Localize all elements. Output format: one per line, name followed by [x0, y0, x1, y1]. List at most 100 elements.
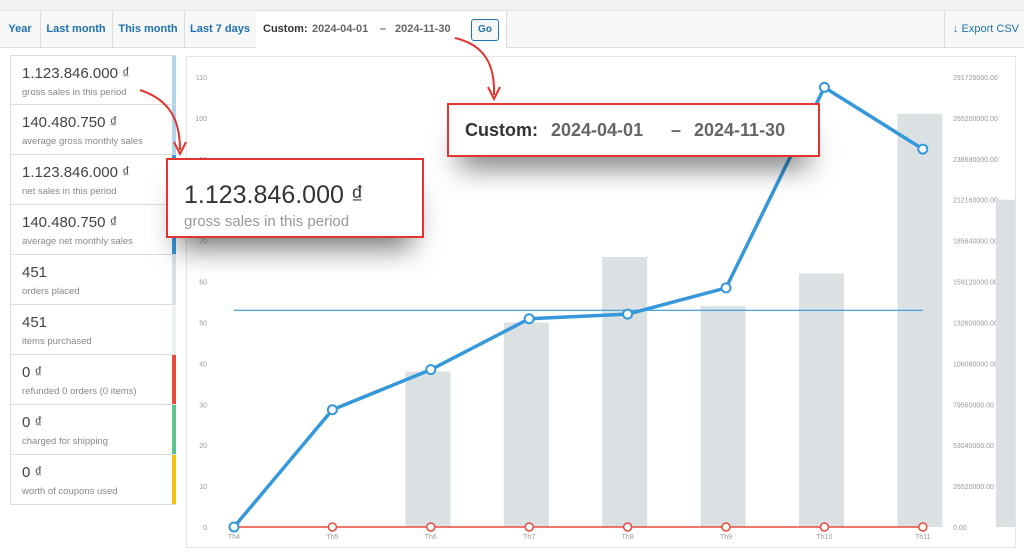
y-left-tick-label: 40 [199, 361, 207, 368]
refund-point [327, 522, 338, 532]
net-sales-point [818, 81, 830, 93]
go-button[interactable]: Go [471, 19, 499, 41]
x-tick-label: Th7 [523, 534, 535, 541]
net-sales-point [622, 308, 634, 320]
legend-value: 140.480.750 ₫ [22, 114, 118, 131]
legend-color-bar [172, 355, 176, 404]
custom-label: Custom: [263, 23, 308, 35]
tab-year[interactable]: Year [0, 11, 41, 47]
net-sales-point [326, 404, 338, 416]
legend-average-net[interactable]: 140.480.750 ₫ average net monthly sales [10, 205, 176, 255]
legend-value: 0 ₫ [22, 364, 43, 381]
bar-orders [602, 257, 648, 527]
x-tick-label: Th6 [425, 534, 437, 541]
legend-label: gross sales in this period [22, 87, 127, 98]
y-left-tick-label: 110 [196, 75, 207, 82]
legend-color-bar [172, 405, 176, 454]
y-right-tick-label: 26520000.00 [953, 484, 994, 491]
callout-start-date: 2024-04-01 [551, 120, 644, 140]
y-left-tick-label: 100 [195, 116, 207, 123]
callout-end-date: 2024-11-30 [694, 120, 786, 140]
legend-color-bar [172, 105, 176, 154]
callout-custom-label: Custom: [465, 120, 538, 140]
bar-orders [700, 306, 746, 527]
bar-orders [799, 273, 844, 527]
legend-label: charged for shipping [22, 436, 109, 447]
x-tick-label: Th9 [720, 534, 732, 541]
legend-shipping[interactable]: 0 ₫ charged for shipping [10, 405, 176, 455]
refund-point [524, 522, 534, 532]
y-right-tick-label: 212160000.00 [953, 198, 998, 205]
tab-this-month[interactable]: This month [112, 11, 185, 47]
legend-net-sales[interactable]: 1.123.846.000 ₫ net sales in this period [10, 155, 176, 205]
bar-orders [503, 322, 549, 527]
x-tick-label: Th4 [228, 534, 240, 541]
tab-last-month[interactable]: Last month [40, 11, 113, 47]
net-sales-point [720, 282, 732, 294]
y-right-tick-label: 132600000.00 [953, 320, 998, 327]
y-right-tick-label: 0.00 [953, 525, 967, 532]
date-separator: – [380, 23, 387, 35]
legend-color-bar [172, 255, 176, 304]
y-right-tick-label: 79560000.00 [953, 402, 994, 409]
legend-value: 451 [22, 314, 48, 331]
export-csv-button[interactable]: ↓ Export CSV [944, 11, 1024, 47]
y-right-tick-label: 265200000.00 [953, 116, 998, 123]
legend-label: refunded 0 orders (0 items) [22, 386, 137, 397]
net-sales-point [917, 143, 929, 155]
y-right-tick-label: 185640000.00 [953, 239, 998, 246]
refund-point [721, 522, 731, 532]
x-tick-label: Th5 [326, 534, 338, 541]
legend-label: average gross monthly sales [22, 136, 143, 147]
bar-orders [405, 371, 451, 527]
y-left-tick-label: 0 [203, 525, 207, 532]
callout-gross-label: gross sales in this period [184, 213, 350, 230]
y-right-tick-label: 53040000.00 [953, 443, 994, 450]
net-sales-point [523, 313, 535, 325]
y-right-tick-label: 106080000.00 [953, 361, 998, 368]
y-left-tick-label: 60 [199, 280, 207, 287]
refund-point [819, 522, 830, 532]
tab-custom-range[interactable]: Custom: 2024-04-01 – 2024-11-30 Go [256, 11, 507, 48]
legend-value: 140.480.750 ₫ [22, 214, 118, 231]
chart-legend: 1.123.846.000 ₫ gross sales in this perio… [10, 55, 176, 505]
legend-coupons[interactable]: 0 ₫ worth of coupons used [10, 455, 176, 505]
x-tick-label: Th10 [816, 534, 832, 541]
refund-point [622, 522, 633, 532]
legend-average-gross[interactable]: 140.480.750 ₫ average gross monthly sales [10, 105, 176, 155]
callout-separator: – [671, 120, 682, 140]
legend-refunded[interactable]: 0 ₫ refunded 0 orders (0 items) [10, 355, 176, 405]
legend-value: 0 ₫ [22, 414, 43, 431]
custom-range-callout: Custom: 2024-04-01 – 2024-11-30 [447, 103, 820, 157]
legend-orders-placed[interactable]: 451 orders placed [10, 255, 176, 305]
y-left-tick-label: 20 [199, 443, 207, 450]
legend-color-bar [172, 305, 176, 354]
legend-items-purchased[interactable]: 451 items purchased [10, 305, 176, 355]
start-date-input[interactable]: 2024-04-01 [312, 23, 368, 35]
legend-value: 451 [22, 264, 48, 281]
gross-sales-callout: 1.123.846.000 ₫ gross sales in this peri… [166, 158, 424, 238]
callout-gross-value: 1.123.846.000 ₫ [184, 181, 364, 209]
legend-label: average net monthly sales [22, 236, 133, 247]
legend-value: 0 ₫ [22, 464, 43, 481]
bar-orders [995, 199, 1024, 527]
legend-gross-sales[interactable]: 1.123.846.000 ₫ gross sales in this perio… [10, 55, 176, 105]
x-tick-label: Th11 [915, 534, 931, 541]
y-right-tick-label: 238680000.00 [953, 157, 998, 164]
top-strip [0, 0, 1024, 11]
refund-point [426, 522, 436, 532]
legend-label: orders placed [22, 286, 80, 297]
x-tick-label: Th8 [622, 534, 634, 541]
legend-color-bar [172, 56, 176, 104]
y-left-tick-label: 30 [199, 402, 207, 409]
legend-value: 1.123.846.000 ₫ [22, 65, 130, 82]
refund-point [918, 522, 928, 532]
y-left-tick-label: 10 [199, 484, 207, 491]
y-right-tick-label: 291720000.00 [953, 75, 998, 82]
bar-orders [897, 113, 943, 527]
tab-last-7-days[interactable]: Last 7 days [184, 11, 257, 47]
y-right-tick-label: 159120000.00 [953, 280, 998, 287]
legend-label: net sales in this period [22, 186, 117, 197]
end-date-input[interactable]: 2024-11-30 [395, 23, 451, 35]
y-left-tick-label: 70 [199, 239, 207, 246]
